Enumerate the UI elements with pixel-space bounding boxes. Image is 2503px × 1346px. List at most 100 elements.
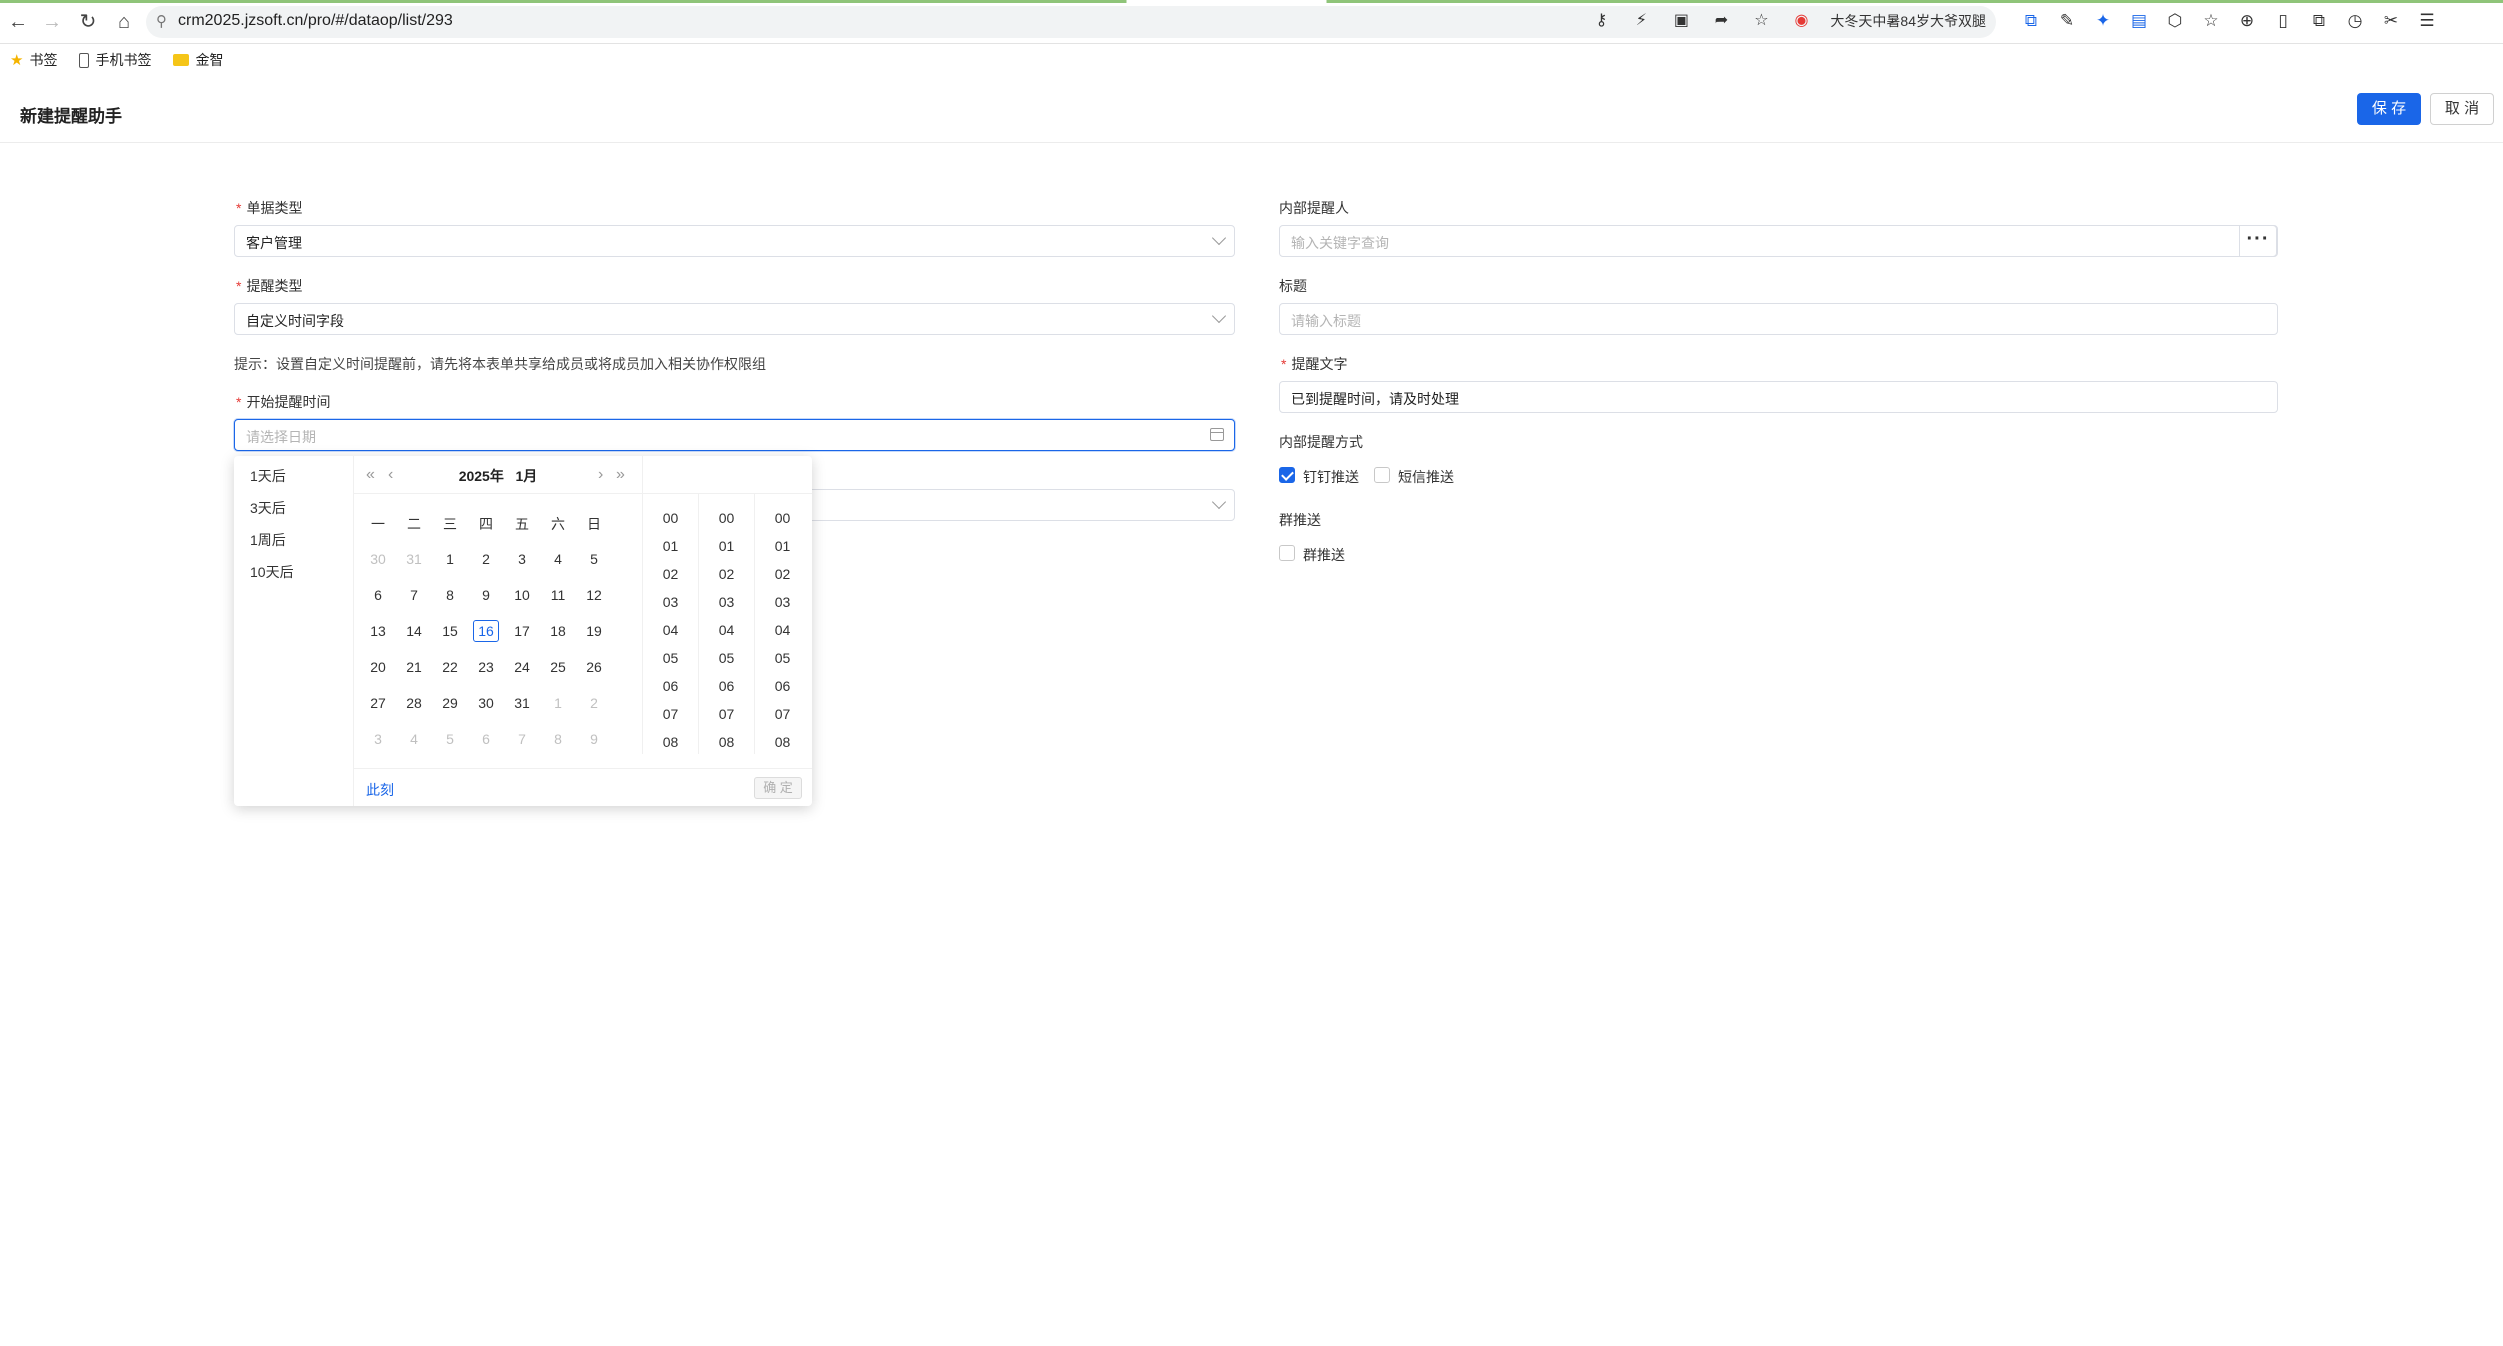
calendar-day[interactable]: 19 [581,620,607,642]
calendar-day[interactable]: 1 [437,548,463,570]
history-icon[interactable]: ◷ [2344,10,2366,32]
calendar-day[interactable]: 3 [509,548,535,570]
calendar-day[interactable]: 8 [437,584,463,606]
time-option[interactable]: 07 [755,700,810,728]
bookmark-item[interactable]: 手机书签 [79,50,151,70]
bookmark-item[interactable]: ★ 书签 [10,50,57,70]
start-time-input[interactable]: 请选择日期 [234,419,1235,451]
time-option[interactable]: 05 [755,644,810,672]
chart-ext-icon[interactable]: ▤ [2128,10,2150,32]
favorites-icon[interactable]: ☆ [2200,10,2222,32]
ok-button[interactable]: 确 定 [754,777,802,799]
preset-item[interactable]: 10天后 [250,562,294,582]
back-icon[interactable]: ← [6,10,30,34]
time-option[interactable]: 01 [699,532,754,560]
home-icon[interactable]: ⌂ [112,10,136,34]
calendar-day[interactable]: 28 [401,692,427,714]
time-option[interactable]: 08 [699,728,754,754]
calendar-day[interactable]: 24 [509,656,535,678]
year-label[interactable]: 2025年 [459,468,504,484]
key-icon[interactable]: ⚷ [1590,10,1612,32]
calendar-day[interactable]: 26 [581,656,607,678]
group-push-option-label[interactable]: 群推送 [1303,545,1345,565]
time-option[interactable]: 06 [755,672,810,700]
bookmark-star-icon[interactable]: ☆ [1750,10,1772,32]
time-option[interactable]: 06 [643,672,698,700]
calendar-day[interactable]: 25 [545,656,571,678]
calendar-day[interactable]: 2 [473,548,499,570]
reload-icon[interactable]: ↻ [76,10,100,34]
group-push-checkbox[interactable] [1279,545,1295,561]
scissors-icon[interactable]: ✂ [2380,10,2402,32]
calendar-day[interactable]: 9 [473,584,499,606]
time-option[interactable]: 03 [643,588,698,616]
remind-type-select[interactable]: 自定义时间字段 [234,303,1235,335]
puzzle-icon[interactable]: ⬡ [2164,10,2186,32]
calendar-day[interactable]: 5 [581,548,607,570]
time-option[interactable]: 00 [755,504,810,532]
dingtalk-label[interactable]: 钉钉推送 [1303,467,1359,487]
calendar-day[interactable]: 5 [437,728,463,750]
news-icon[interactable]: ◉ [1790,10,1812,32]
time-option[interactable]: 02 [699,560,754,588]
next-year-icon[interactable]: » [616,466,625,484]
translate-ext-icon[interactable]: ⧉ [2020,10,2042,32]
calendar-day[interactable]: 6 [473,728,499,750]
time-option[interactable]: 05 [643,644,698,672]
menu-icon[interactable]: ☰ [2416,10,2438,32]
calendar-day[interactable]: 4 [545,548,571,570]
time-option[interactable]: 08 [643,728,698,754]
phone-icon[interactable]: ▯ [2272,10,2294,32]
minute-column[interactable]: 00 01 02 03 04 05 06 07 08 [698,494,754,754]
pen-ext-icon[interactable]: ✎ [2056,10,2078,32]
calendar-day[interactable]: 12 [581,584,607,606]
time-option[interactable]: 08 [755,728,810,754]
calendar-day[interactable]: 23 [473,656,499,678]
cancel-button[interactable]: 取 消 [2430,93,2494,125]
calendar-day[interactable]: 17 [509,620,535,642]
time-option[interactable]: 07 [699,700,754,728]
calendar-day[interactable]: 16 [473,620,499,642]
tabs-icon[interactable]: ⧉ [2308,10,2330,32]
calendar-icon[interactable] [1210,428,1224,441]
share-icon[interactable]: ➦ [1710,10,1732,32]
calendar-day[interactable]: 22 [437,656,463,678]
calendar-day[interactable]: 7 [509,728,535,750]
hour-column[interactable]: 00 01 02 03 04 05 06 07 08 [642,494,698,754]
calendar-day[interactable]: 11 [545,584,571,606]
time-option[interactable]: 05 [699,644,754,672]
time-option[interactable]: 03 [699,588,754,616]
calendar-day[interactable]: 29 [437,692,463,714]
calendar-day[interactable]: 30 [365,548,391,570]
calendar-day[interactable]: 27 [365,692,391,714]
calendar-day[interactable]: 14 [401,620,427,642]
more-dots-button[interactable]: ··· [2239,225,2277,257]
calendar-day[interactable]: 31 [401,548,427,570]
calendar-day[interactable]: 21 [401,656,427,678]
calendar-day[interactable]: 9 [581,728,607,750]
time-option[interactable]: 00 [699,504,754,532]
calendar-day[interactable]: 4 [401,728,427,750]
time-option[interactable]: 02 [755,560,810,588]
time-option[interactable]: 03 [755,588,810,616]
calendar-day[interactable]: 6 [365,584,391,606]
translate-icon[interactable]: ▣ [1670,10,1692,32]
preset-item[interactable]: 3天后 [250,498,286,518]
time-option[interactable]: 07 [643,700,698,728]
time-option[interactable]: 01 [643,532,698,560]
address-bar[interactable]: ⚲ crm2025.jzsoft.cn/pro/#/dataop/list/29… [146,6,1996,38]
sms-checkbox[interactable] [1374,467,1390,483]
second-column[interactable]: 00 01 02 03 04 05 06 07 08 [754,494,810,754]
now-link[interactable]: 此刻 [366,780,394,800]
time-option[interactable]: 01 [755,532,810,560]
dingtalk-checkbox[interactable] [1279,467,1295,483]
time-option[interactable]: 04 [755,616,810,644]
time-option[interactable]: 04 [643,616,698,644]
calendar-day[interactable]: 2 [581,692,607,714]
calendar-day[interactable]: 1 [545,692,571,714]
calendar-day[interactable]: 20 [365,656,391,678]
bookmark-item[interactable]: 金智 [173,50,223,70]
lightning-icon[interactable]: ⚡ [1630,10,1652,32]
calendar-day[interactable]: 30 [473,692,499,714]
remind-text-input[interactable]: 已到提醒时间，请及时处理 [1279,381,2278,413]
